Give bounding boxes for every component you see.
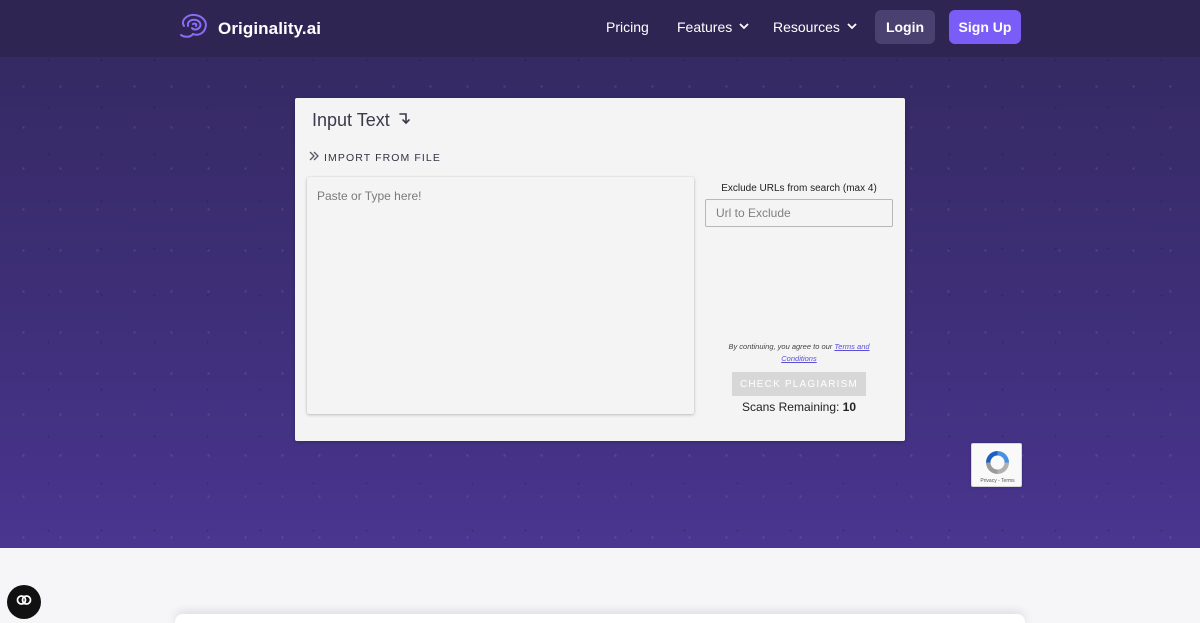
- text-input-container: [307, 177, 694, 414]
- terms-notice: By continuing, you agree to our Terms an…: [715, 341, 883, 365]
- brand-name: Originality.ai: [218, 18, 322, 38]
- scans-remaining-count: 10: [842, 400, 857, 414]
- lower-panel-edge: [175, 614, 1025, 623]
- top-navbar: Originality.ai Pricing Features Resource…: [0, 0, 1200, 57]
- scans-remaining-label: Scans Remaining:: [741, 400, 843, 414]
- recaptcha-links[interactable]: Privacy - Terms: [972, 478, 1023, 484]
- arrow-down-right-icon: [398, 110, 412, 131]
- nav-pricing-label: Pricing: [606, 19, 649, 35]
- card-title-label: Input Text: [312, 110, 390, 130]
- nav-pricing-link[interactable]: Pricing: [606, 19, 649, 35]
- text-input-area[interactable]: [307, 177, 694, 414]
- nav-resources-dropdown[interactable]: Resources: [773, 19, 858, 35]
- page: Originality.ai Pricing Features Resource…: [0, 0, 1200, 623]
- import-from-file-button[interactable]: IMPORT FROM FILE: [309, 151, 441, 164]
- chat-icon: [15, 591, 33, 614]
- nav-resources-label: Resources: [773, 19, 840, 35]
- terms-prefix: By continuing, you agree to our: [728, 342, 835, 351]
- chevron-down-icon: [846, 19, 858, 35]
- card-title: Input Text: [312, 110, 412, 131]
- login-button[interactable]: Login: [875, 10, 935, 44]
- check-plagiarism-button[interactable]: CHECK PLAGIARISM: [732, 372, 866, 396]
- brain-logo-icon: [178, 12, 210, 45]
- exclude-url-input[interactable]: [705, 199, 893, 227]
- nav-features-dropdown[interactable]: Features: [677, 19, 750, 35]
- chat-widget-button[interactable]: [7, 585, 41, 619]
- exclude-urls-label: Exclude URLs from search (max 4): [721, 183, 877, 194]
- input-text-card: Input Text IMPORT FROM FILE Exclude URLs…: [295, 98, 905, 441]
- lower-section: [0, 548, 1200, 623]
- scans-remaining: Scans Remaining: 10: [715, 400, 883, 414]
- nav-features-label: Features: [677, 19, 733, 35]
- signup-button[interactable]: Sign Up: [949, 10, 1021, 44]
- recaptcha-badge[interactable]: Privacy - Terms: [971, 443, 1022, 487]
- import-from-file-label: IMPORT FROM FILE: [324, 151, 441, 164]
- brand-logo[interactable]: Originality.ai: [178, 12, 321, 45]
- double-chevron-right-icon: [309, 151, 320, 164]
- chevron-down-icon: [738, 19, 750, 35]
